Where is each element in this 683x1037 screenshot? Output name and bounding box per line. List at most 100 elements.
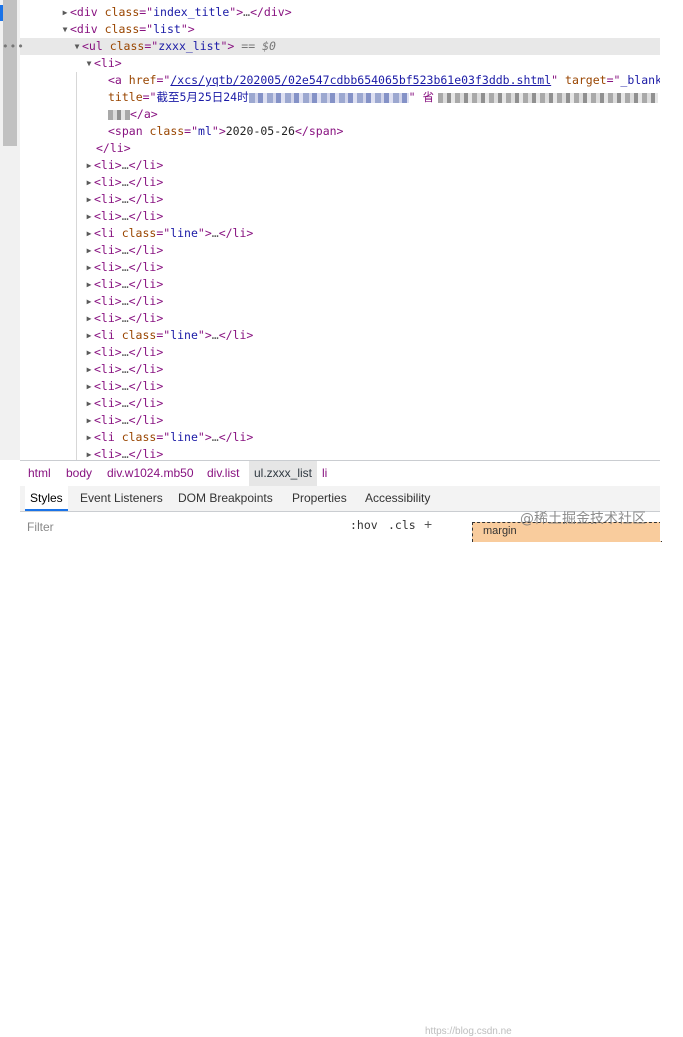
- dom-node-ul-zxxx-list-selected[interactable]: ••• ▼ <ul class="zxxx_list"> == $0: [2, 38, 660, 55]
- more-options-icon[interactable]: •••: [2, 38, 25, 55]
- dom-node-li[interactable]: ▶ <li>…</li>: [20, 378, 660, 395]
- tab-styles[interactable]: Styles: [25, 486, 68, 511]
- hov-button[interactable]: :hov: [350, 517, 378, 534]
- attr-quote: ": [551, 73, 566, 87]
- dom-node-a-line3[interactable]: </a>: [20, 106, 660, 123]
- triangle-right-icon[interactable]: ▶: [84, 412, 94, 429]
- breadcrumb-div-w1024[interactable]: div.w1024.mb50: [102, 461, 199, 486]
- dom-node-div-index-title[interactable]: ▶ <div class="index_title">…</div>: [20, 4, 660, 21]
- triangle-down-icon[interactable]: ▼: [60, 21, 70, 38]
- ellipsis[interactable]: …: [122, 311, 129, 325]
- ellipsis[interactable]: …: [122, 175, 129, 189]
- cls-button[interactable]: .cls: [388, 517, 416, 534]
- attr-quote: " 省: [408, 90, 434, 104]
- attr-name: title: [108, 90, 143, 104]
- triangle-right-icon[interactable]: ▶: [84, 191, 94, 208]
- ellipsis[interactable]: …: [122, 345, 129, 359]
- tab-dom-breakpoints[interactable]: DOM Breakpoints: [173, 486, 278, 511]
- triangle-right-icon[interactable]: ▶: [84, 276, 94, 293]
- triangle-right-icon[interactable]: ▶: [84, 310, 94, 327]
- triangle-right-icon[interactable]: ▶: [84, 174, 94, 191]
- dom-node-li-line[interactable]: ▶ <li class="line">…</li>: [20, 225, 660, 242]
- dom-node-li[interactable]: ▶ <li>…</li>: [20, 174, 660, 191]
- dom-node-div-list[interactable]: ▼ <div class="list">: [20, 21, 660, 38]
- triangle-right-icon[interactable]: ▶: [84, 361, 94, 378]
- dom-node-li[interactable]: ▶ <li>…</li>: [20, 293, 660, 310]
- filter-input[interactable]: [25, 517, 345, 536]
- attr-eq: =": [156, 73, 171, 87]
- ellipsis[interactable]: …: [122, 243, 129, 257]
- dom-node-li[interactable]: ▶ <li>…</li>: [20, 157, 660, 174]
- triangle-right-icon[interactable]: ▶: [84, 378, 94, 395]
- dom-node-li[interactable]: ▶ <li>…</li>: [20, 395, 660, 412]
- ellipsis[interactable]: …: [212, 226, 219, 240]
- tag-close: ">: [197, 430, 212, 444]
- dom-node-span-ml[interactable]: <span class="ml">2020-05-26</span>: [20, 123, 660, 140]
- triangle-right-icon[interactable]: ▶: [84, 395, 94, 412]
- triangle-right-icon[interactable]: ▶: [84, 259, 94, 276]
- triangle-right-icon[interactable]: ▶: [84, 208, 94, 225]
- tab-properties[interactable]: Properties: [287, 486, 352, 511]
- triangle-right-icon[interactable]: ▶: [84, 157, 94, 174]
- dom-node-li-close[interactable]: </li>: [20, 140, 660, 157]
- triangle-right-icon[interactable]: ▶: [60, 4, 70, 21]
- dom-node-li[interactable]: ▶ <li>…</li>: [20, 310, 660, 327]
- dom-node-li[interactable]: ▶ <li>…</li>: [20, 361, 660, 378]
- ellipsis[interactable]: …: [122, 379, 129, 393]
- ellipsis[interactable]: …: [212, 430, 219, 444]
- vertical-scrollbar[interactable]: [0, 0, 20, 460]
- dom-node-a-line1[interactable]: <a href="/xcs/yqtb/202005/02e547cdbb6540…: [20, 72, 660, 89]
- tag-close: ">: [197, 328, 212, 342]
- tab-accessibility[interactable]: Accessibility: [360, 486, 435, 511]
- attr-value: 截至5月25日24时: [156, 90, 249, 104]
- tag-end: </li>: [218, 328, 254, 342]
- dom-node-li[interactable]: ▶ <li>…</li>: [20, 208, 660, 225]
- breadcrumb-html[interactable]: html: [23, 461, 56, 486]
- dom-node-a-line2[interactable]: title="截至5月25日24时 " 省: [20, 89, 660, 106]
- triangle-right-icon[interactable]: ▶: [84, 446, 94, 460]
- triangle-right-icon[interactable]: ▶: [84, 242, 94, 259]
- add-rule-button[interactable]: +: [424, 516, 432, 533]
- tab-event-listeners[interactable]: Event Listeners: [75, 486, 168, 511]
- scrollbar-thumb[interactable]: [3, 0, 17, 146]
- dom-node-li[interactable]: ▶ <li>…</li>: [20, 259, 660, 276]
- dom-node-li[interactable]: ▶ <li>…</li>: [20, 242, 660, 259]
- attr-eq: =": [139, 5, 154, 19]
- ellipsis[interactable]: …: [122, 294, 129, 308]
- dom-node-li-line[interactable]: ▶ <li class="line">…</li>: [20, 429, 660, 446]
- dom-node-li[interactable]: ▶ <li>…</li>: [20, 344, 660, 361]
- breadcrumb-ul-zxxx-list[interactable]: ul.zxxx_list: [249, 461, 318, 486]
- ellipsis[interactable]: …: [122, 158, 129, 172]
- ellipsis[interactable]: …: [122, 277, 129, 291]
- ellipsis[interactable]: …: [122, 209, 129, 223]
- breadcrumb-div-list[interactable]: div.list: [202, 461, 244, 486]
- ellipsis[interactable]: …: [122, 396, 129, 410]
- ellipsis[interactable]: …: [122, 413, 129, 427]
- dom-node-li[interactable]: ▶ <li>…</li>: [20, 446, 660, 460]
- triangle-right-icon[interactable]: ▶: [84, 429, 94, 446]
- tag-open: <li>: [94, 243, 122, 257]
- ellipsis[interactable]: …: [122, 260, 129, 274]
- tag-open: <li>: [94, 379, 122, 393]
- triangle-right-icon[interactable]: ▶: [84, 327, 94, 344]
- ellipsis[interactable]: …: [212, 328, 219, 342]
- dom-node-li-line[interactable]: ▶ <li class="line">…</li>: [20, 327, 660, 344]
- dom-node-li[interactable]: ▶ <li>…</li>: [20, 191, 660, 208]
- dom-node-li-open[interactable]: ▼ <li>: [20, 55, 660, 72]
- breadcrumb-li[interactable]: li: [317, 461, 332, 486]
- ellipsis[interactable]: …: [122, 192, 129, 206]
- triangle-right-icon[interactable]: ▶: [84, 225, 94, 242]
- breadcrumb-body[interactable]: body: [61, 461, 97, 486]
- href-link[interactable]: /xcs/yqtb/202005/02e547cdbb654065bf523b6…: [170, 73, 551, 87]
- attr-eq: =": [156, 226, 171, 240]
- ellipsis[interactable]: …: [122, 362, 129, 376]
- triangle-right-icon[interactable]: ▶: [84, 293, 94, 310]
- tag-close: ">: [211, 124, 226, 138]
- attr-name: class: [109, 39, 145, 53]
- triangle-down-icon[interactable]: ▼: [72, 38, 82, 55]
- dom-node-li[interactable]: ▶ <li>…</li>: [20, 412, 660, 429]
- triangle-right-icon[interactable]: ▶: [84, 344, 94, 361]
- dom-node-li[interactable]: ▶ <li>…</li>: [20, 276, 660, 293]
- ellipsis[interactable]: …: [122, 447, 129, 460]
- triangle-down-icon[interactable]: ▼: [84, 55, 94, 72]
